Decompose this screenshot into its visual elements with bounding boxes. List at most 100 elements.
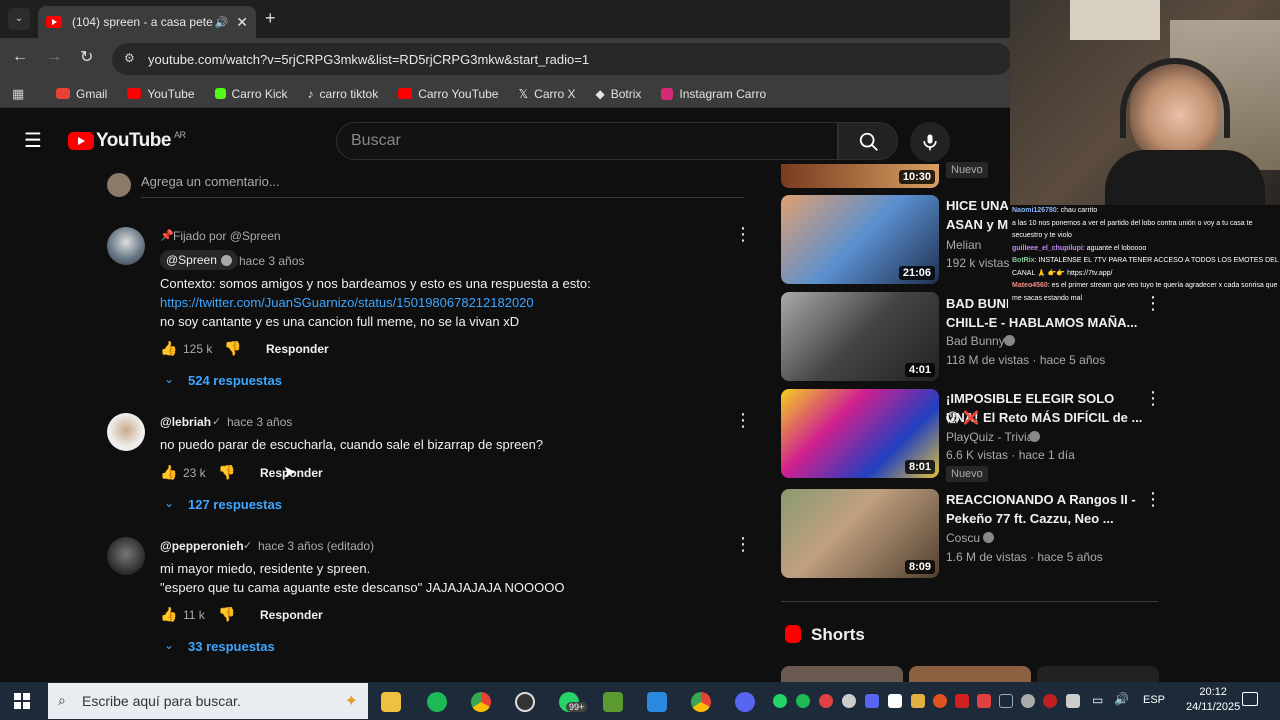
video-title-line2[interactable]: CHILL-E - HABLAMOS MAÑA... bbox=[946, 313, 1146, 332]
forward-icon[interactable]: → bbox=[46, 48, 62, 66]
search-button[interactable] bbox=[838, 122, 898, 160]
like-icon[interactable]: 👍 bbox=[160, 606, 177, 623]
steam-tray-icon[interactable] bbox=[999, 694, 1013, 708]
comment-avatar[interactable] bbox=[107, 413, 145, 451]
short-thumbnail[interactable] bbox=[781, 666, 903, 682]
reload-icon[interactable]: ↻ bbox=[80, 47, 93, 67]
bookmark-carro-kick[interactable]: Carro Kick bbox=[214, 87, 288, 101]
bookmark-carro-x[interactable]: 𝕏 Carro X bbox=[518, 87, 575, 101]
dislike-icon[interactable]: 👎 bbox=[218, 606, 235, 623]
apps-grid-icon[interactable]: ▦ bbox=[12, 86, 24, 102]
more-options-icon[interactable] bbox=[1144, 388, 1162, 409]
channel-name[interactable]: Bad Bunny bbox=[946, 334, 1005, 348]
store-icon[interactable] bbox=[647, 692, 667, 712]
site-info-icon[interactable]: ⚙ bbox=[124, 51, 135, 65]
channel-name[interactable]: PlayQuiz - Trivia bbox=[946, 430, 1033, 444]
chrome-active-icon[interactable] bbox=[691, 692, 711, 712]
chevron-down-icon[interactable]: ⌄ bbox=[164, 496, 174, 510]
like-icon[interactable]: 👍 bbox=[160, 464, 177, 481]
language-indicator[interactable]: ESP bbox=[1143, 694, 1165, 706]
reply-button[interactable]: Responder bbox=[260, 608, 323, 622]
video-title-line2[interactable]: 😱 ❌ El Reto MÁS DIFÍCIL de ... bbox=[946, 408, 1156, 427]
spotify-icon[interactable] bbox=[427, 692, 447, 712]
video-title[interactable]: HICE UNA PELEA DE MORTEDOR bbox=[946, 196, 1008, 215]
app-tray-icon[interactable] bbox=[1043, 694, 1057, 708]
author-name[interactable]: @pepperonieh bbox=[160, 539, 244, 553]
youtube-logo[interactable]: YouTube AR bbox=[68, 130, 186, 152]
app-tray-icon[interactable] bbox=[955, 694, 969, 708]
comment-link[interactable]: https://twitter.com/JuanSGuarnizo/status… bbox=[160, 295, 534, 310]
system-clock[interactable]: 20:12 24/11/2025 bbox=[1186, 685, 1240, 715]
notifications-icon[interactable] bbox=[1242, 692, 1258, 706]
app-tray-icon[interactable] bbox=[977, 694, 991, 708]
author-chip[interactable]: @Spreen bbox=[160, 250, 238, 270]
video-title[interactable]: BAD BUNNY | DUKI Y PABLO bbox=[946, 294, 1008, 313]
video-duration: 10:30 bbox=[898, 170, 935, 184]
voice-search-button[interactable] bbox=[910, 122, 950, 162]
video-title[interactable]: REACCIONANDO A Rangos II - bbox=[946, 490, 1146, 509]
app-tray-icon[interactable] bbox=[842, 694, 856, 708]
bookmark-carro-tiktok[interactable]: ♪ carro tiktok bbox=[308, 87, 379, 101]
more-options-icon[interactable] bbox=[734, 410, 752, 431]
more-options-icon[interactable] bbox=[734, 534, 752, 555]
settings-tray-icon[interactable] bbox=[1021, 694, 1035, 708]
bookmark-youtube[interactable]: YouTube bbox=[127, 87, 195, 101]
app-tray-icon[interactable] bbox=[888, 694, 902, 708]
channel-name[interactable]: Melian bbox=[946, 238, 981, 252]
bookmark-carro-youtube[interactable]: Carro YouTube bbox=[398, 87, 498, 101]
bookmark-gmail[interactable]: Gmail bbox=[56, 87, 107, 101]
minecraft-icon[interactable] bbox=[603, 692, 623, 712]
video-thumbnail[interactable]: 21:06 bbox=[781, 195, 939, 284]
dislike-icon[interactable]: 👎 bbox=[218, 464, 235, 481]
file-explorer-icon[interactable] bbox=[381, 692, 401, 712]
video-title-line2[interactable]: ASAN y MORTEDOR bbox=[946, 215, 1008, 234]
comment-avatar[interactable] bbox=[107, 227, 145, 265]
app-tray-icon[interactable] bbox=[933, 694, 947, 708]
search-input[interactable]: Buscar bbox=[336, 122, 838, 160]
bookmark-instagram-carro[interactable]: Instagram Carro bbox=[661, 87, 766, 101]
short-thumbnail[interactable] bbox=[909, 666, 1031, 682]
volume-icon[interactable]: 🔊 bbox=[1114, 692, 1129, 706]
video-thumbnail[interactable]: 4:01 bbox=[781, 292, 939, 381]
short-thumbnail[interactable] bbox=[1037, 666, 1159, 682]
bookmark-botrix[interactable]: ◆ Botrix bbox=[596, 87, 642, 101]
author-name[interactable]: @lebriah bbox=[160, 415, 211, 429]
spotify-tray-icon[interactable] bbox=[796, 694, 810, 708]
app-tray-icon[interactable] bbox=[819, 694, 833, 708]
replies-button[interactable]: 127 respuestas bbox=[188, 497, 282, 512]
tab-list-button[interactable]: ⌄ bbox=[8, 8, 30, 30]
replies-button[interactable]: 33 respuestas bbox=[188, 639, 275, 654]
monitor-tray-icon[interactable] bbox=[1066, 694, 1080, 708]
comment-avatar[interactable] bbox=[107, 537, 145, 575]
speaker-icon[interactable]: 🔊 bbox=[215, 16, 229, 29]
video-thumbnail[interactable]: 8:09 bbox=[781, 489, 939, 578]
obs-icon[interactable] bbox=[515, 692, 535, 712]
video-title-line2[interactable]: Pekeño 77 ft. Cazzu, Neo ... bbox=[946, 509, 1146, 528]
chevron-down-icon[interactable]: ⌄ bbox=[164, 638, 174, 652]
app-tray-icon[interactable] bbox=[911, 694, 925, 708]
like-icon[interactable]: 👍 bbox=[160, 340, 177, 357]
start-button[interactable] bbox=[14, 693, 30, 709]
whatsapp-tray-icon[interactable] bbox=[773, 694, 787, 708]
video-thumbnail[interactable]: 10:30 bbox=[781, 164, 939, 188]
chrome-icon[interactable] bbox=[471, 692, 491, 712]
dislike-icon[interactable]: 👎 bbox=[224, 340, 241, 357]
channel-name[interactable]: Coscu bbox=[946, 531, 980, 545]
discord-tray-icon[interactable] bbox=[865, 694, 879, 708]
menu-icon[interactable]: ☰ bbox=[24, 128, 42, 153]
reply-button[interactable]: Responder bbox=[266, 342, 329, 356]
network-icon[interactable]: ▭ bbox=[1092, 693, 1103, 707]
more-options-icon[interactable] bbox=[734, 224, 752, 245]
video-thumbnail[interactable]: 8:01 bbox=[781, 389, 939, 478]
url-bar[interactable]: ⚙ youtube.com/watch?v=5rjCRPG3mkw&list=R… bbox=[112, 43, 1012, 75]
taskbar-search[interactable]: ⌕ Escribe aquí para buscar. ✦ bbox=[48, 683, 368, 719]
discord-icon[interactable] bbox=[735, 692, 755, 712]
more-options-icon[interactable] bbox=[1144, 489, 1162, 510]
back-icon[interactable]: ← bbox=[12, 48, 28, 66]
add-comment-input[interactable]: Agrega un comentario... bbox=[141, 174, 744, 198]
active-tab[interactable]: (104) spreen - a casa pete 🔊 ✕ bbox=[38, 6, 256, 38]
replies-button[interactable]: 524 respuestas bbox=[188, 373, 282, 388]
close-tab-icon[interactable]: ✕ bbox=[236, 14, 248, 31]
new-tab-button[interactable]: + bbox=[265, 8, 276, 29]
chevron-down-icon[interactable]: ⌄ bbox=[164, 372, 174, 386]
